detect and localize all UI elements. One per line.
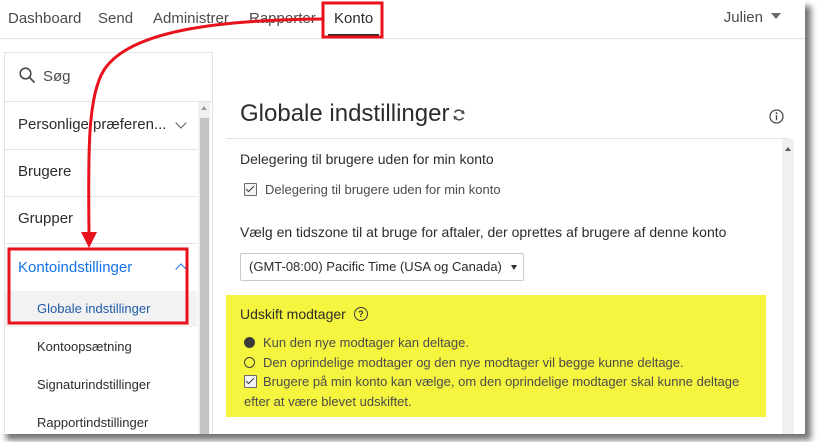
search-input[interactable]: Søg <box>43 68 71 85</box>
radio-label: Kun den nye modtager kan deltage. <box>263 335 469 350</box>
nav-konto[interactable]: Konto <box>327 10 380 37</box>
app-window: Dashboard Send Administrer Rapporter Kon… <box>0 0 805 434</box>
chevron-down-icon <box>175 117 187 129</box>
replace-recipient-heading: Udskift modtager? <box>240 306 368 322</box>
replace-checkbox-row[interactable]: Brugere på min konto kan vælge, om den o… <box>244 372 764 412</box>
delegation-heading: Delegering til brugere uden for min kont… <box>240 151 494 167</box>
timezone-heading: Vælg en tidszone til at bruge for aftale… <box>240 224 727 240</box>
radio-label: Den oprindelige modtager og den nye modt… <box>263 355 684 370</box>
nav-dashboard[interactable]: Dashboard <box>8 10 81 27</box>
timezone-select[interactable]: (GMT-08:00) Pacific Time (USA og Canada) <box>240 253 524 281</box>
dropdown-arrow-icon <box>511 265 517 270</box>
radio-selected-icon[interactable] <box>244 337 255 349</box>
chevron-up-icon <box>175 263 187 275</box>
info-icon[interactable] <box>769 109 784 124</box>
sidebar-item-personal-preferences[interactable]: Personlige præferen... <box>5 102 197 150</box>
nav-rapporter[interactable]: Rapporter <box>249 10 316 27</box>
page-title: Globale indstillinger <box>240 100 450 127</box>
delegation-checkbox[interactable] <box>244 183 257 197</box>
sidebar-subitem-label: Rapportindstillinger <box>37 415 149 430</box>
sidebar-subitem-global-settings[interactable]: Globale indstillinger <box>5 291 197 327</box>
timezone-select-value: (GMT-08:00) Pacific Time (USA og Canada) <box>249 259 502 274</box>
replace-recipient-highlight: Udskift modtager? Kun den nye modtager k… <box>226 295 766 417</box>
radio-option-new-only[interactable]: Kun den nye modtager kan deltage. <box>244 335 469 350</box>
caret-down-icon <box>771 13 781 20</box>
sidebar-item-groups[interactable]: Grupper <box>5 196 197 244</box>
scrollbar-thumb[interactable] <box>200 118 209 434</box>
refresh-icon[interactable] <box>452 108 466 122</box>
replace-checkbox[interactable] <box>244 375 257 389</box>
nav-send[interactable]: Send <box>98 10 133 27</box>
radio-option-both[interactable]: Den oprindelige modtager og den nye modt… <box>244 355 684 370</box>
sidebar-scrollbar[interactable] <box>198 102 210 434</box>
sidebar-item-account-settings[interactable]: Kontoindstillinger <box>5 243 197 285</box>
sidebar-item-label: Brugere <box>18 163 72 180</box>
sidebar-item-label: Personlige præferen... <box>18 116 167 133</box>
sidebar-subitem-label: Kontoopsætning <box>37 339 132 354</box>
sidebar-search[interactable]: Søg <box>5 53 212 102</box>
user-name: Julien <box>723 9 763 26</box>
search-icon <box>19 67 35 83</box>
sidebar-subitem-signature-settings[interactable]: Signaturindstillinger <box>5 367 197 403</box>
delegation-checkbox-row[interactable]: Delegering til brugere uden for min kont… <box>244 182 501 197</box>
nav-administrer[interactable]: Administrer <box>153 10 229 27</box>
sidebar-item-label: Kontoindstillinger <box>18 259 133 276</box>
scroll-up-arrow-icon[interactable] <box>785 147 791 151</box>
delegation-checkbox-label: Delegering til brugere uden for min kont… <box>265 182 501 197</box>
user-menu[interactable]: Julien <box>724 9 781 26</box>
sidebar-item-label: Grupper <box>18 210 74 227</box>
main-scrollbar[interactable] <box>782 139 794 434</box>
sidebar-item-users[interactable]: Brugere <box>5 149 197 197</box>
sidebar-subitem-label: Globale indstillinger <box>37 301 151 316</box>
settings-content: Delegering til brugere uden for min kont… <box>226 139 782 434</box>
top-navigation: Dashboard Send Administrer Rapporter Kon… <box>0 0 805 39</box>
scroll-up-arrow-icon[interactable] <box>201 106 207 110</box>
replace-checkbox-label: Brugere på min konto kan vælge, om den o… <box>244 374 740 409</box>
sidebar: Søg Personlige præferen... Brugere Grupp… <box>4 52 213 434</box>
sidebar-subitem-report-settings[interactable]: Rapportindstillinger <box>5 405 197 434</box>
sidebar-subitem-account-setup[interactable]: Kontoopsætning <box>5 329 197 365</box>
help-icon[interactable]: ? <box>353 307 368 322</box>
radio-unselected-icon[interactable] <box>244 357 255 369</box>
sidebar-subitem-label: Signaturindstillinger <box>37 377 151 392</box>
